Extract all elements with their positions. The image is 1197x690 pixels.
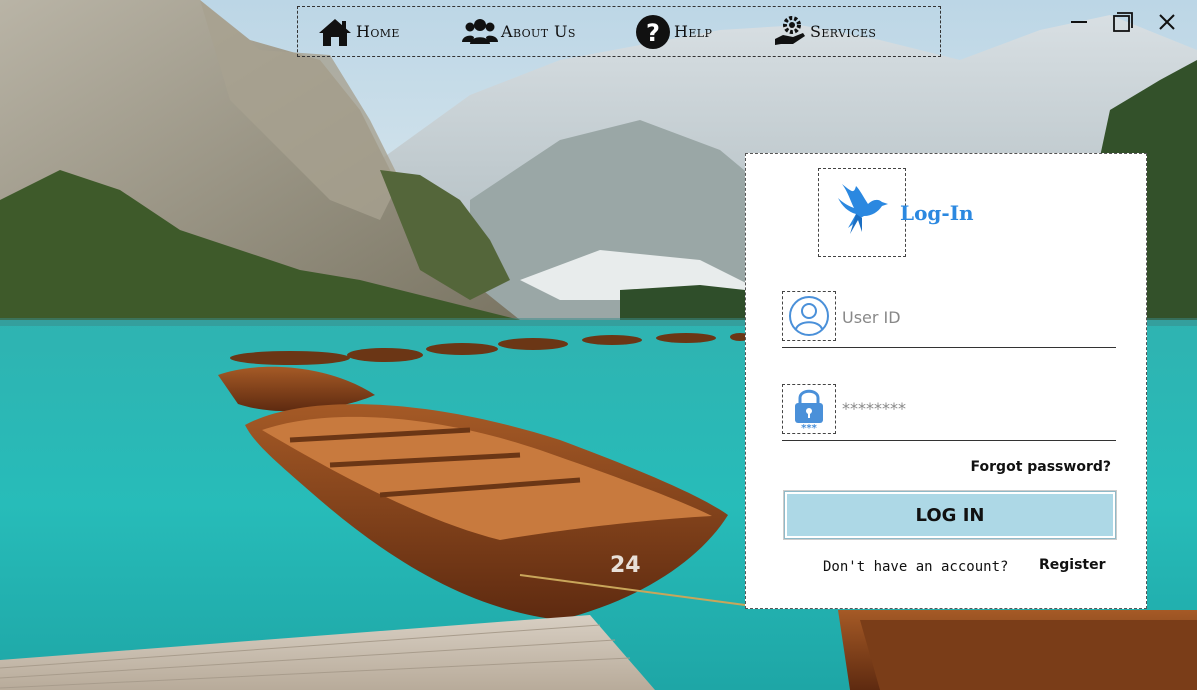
nav-home-label: Home	[356, 22, 400, 41]
nav-services[interactable]: Services	[773, 7, 876, 56]
close-button[interactable]	[1155, 10, 1179, 34]
maximize-icon	[1113, 12, 1133, 32]
service-gear-hand-icon	[773, 15, 807, 49]
logo	[818, 168, 906, 257]
nav-home[interactable]: Home	[317, 7, 400, 56]
maximize-button[interactable]	[1111, 10, 1135, 34]
no-account-text: Don't have an account?	[823, 559, 1009, 575]
close-icon	[1159, 14, 1175, 30]
svg-text:?: ?	[646, 19, 660, 47]
register-link[interactable]: Register	[1039, 557, 1106, 573]
lock-icon: ***	[795, 389, 823, 432]
window-controls	[1067, 10, 1179, 34]
nav-help-label: Help	[674, 22, 713, 41]
home-icon	[317, 16, 353, 48]
password-underline	[782, 440, 1116, 441]
user-icon-box	[782, 291, 836, 341]
question-icon: ?	[635, 14, 671, 50]
login-button[interactable]: LOG IN	[784, 491, 1116, 539]
svg-text:***: ***	[801, 423, 817, 432]
login-title: Log-In	[900, 201, 974, 225]
nav-services-label: Services	[810, 22, 877, 41]
user-id-input[interactable]	[842, 300, 1116, 334]
lock-icon-box: ***	[782, 384, 836, 434]
password-input[interactable]	[842, 391, 1116, 425]
user-id-underline	[782, 347, 1116, 348]
user-icon	[789, 296, 829, 336]
nav-about-us-label: About Us	[501, 22, 576, 41]
login-panel: Log-In *** Forgot password? LOG IN Don't…	[745, 153, 1147, 609]
nav-about-us[interactable]: About Us	[462, 7, 576, 56]
navbar: Home About Us ? Help Services	[297, 6, 941, 57]
users-icon	[462, 16, 498, 48]
svg-text:24: 24	[610, 553, 641, 578]
forgot-password-link[interactable]: Forgot password?	[971, 459, 1111, 475]
minimize-button[interactable]	[1067, 10, 1091, 34]
nav-help[interactable]: ? Help	[635, 7, 712, 56]
bird-icon	[834, 180, 890, 245]
minimize-icon	[1071, 21, 1087, 23]
